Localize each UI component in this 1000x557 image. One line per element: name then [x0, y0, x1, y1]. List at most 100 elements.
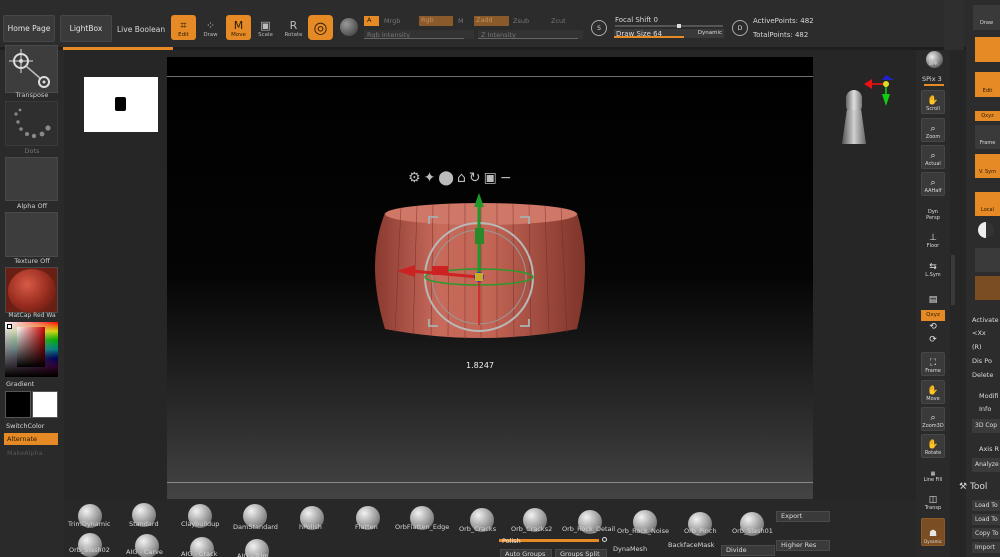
- delete-button[interactable]: Delete: [972, 371, 1000, 379]
- ghost-button[interactable]: [975, 276, 1000, 300]
- location-icon[interactable]: ⬤: [438, 170, 454, 188]
- material-sphere-icon[interactable]: [340, 18, 358, 36]
- brush-name[interactable]: Orb_Rock_Detail: [562, 525, 615, 533]
- gradient-label[interactable]: Gradient: [6, 380, 34, 388]
- dis-po-button[interactable]: Dis Po: [972, 357, 1000, 365]
- reset-icon[interactable]: ↻: [469, 170, 481, 188]
- rotate-button[interactable]: R Rotate: [281, 15, 306, 40]
- floor-button[interactable]: ⊥ Floor: [921, 227, 945, 251]
- info-tab[interactable]: Info: [979, 405, 1000, 413]
- draw-size-slider[interactable]: Draw Size 64 Dynamic: [614, 29, 724, 38]
- lock-icon[interactable]: ▣: [484, 170, 497, 188]
- z-intensity-slider[interactable]: Z Intensity: [478, 30, 583, 39]
- color-picker-saturation[interactable]: [17, 327, 45, 367]
- modifiers-tab[interactable]: Modifi: [979, 392, 1000, 400]
- transpose-thumb[interactable]: [5, 45, 58, 93]
- axis-tab[interactable]: Axis R: [979, 445, 1000, 453]
- zcut-toggle[interactable]: Zcut: [551, 17, 566, 25]
- import-button[interactable]: Import: [972, 542, 1000, 553]
- vsym-button[interactable]: V. Sym: [975, 154, 1000, 178]
- brush-name[interactable]: OrbFlatten_Edge: [395, 523, 449, 531]
- zadd-toggle[interactable]: Zadd: [474, 16, 509, 26]
- brush-name[interactable]: hPolish: [299, 523, 322, 531]
- zoom-button[interactable]: ⌕ Zoom: [921, 118, 945, 142]
- rgb-toggle[interactable]: Rgb: [419, 16, 453, 26]
- stroke-thumb[interactable]: [5, 101, 58, 146]
- color-swap-icon[interactable]: [7, 324, 12, 329]
- dynamic-brush-icon[interactable]: D: [732, 20, 748, 36]
- brush-name[interactable]: AIG - Crack: [181, 550, 217, 557]
- spix-label[interactable]: SPix 3: [922, 75, 942, 83]
- auto-groups-button[interactable]: Auto Groups: [500, 549, 552, 557]
- xyz-button-right[interactable]: Qxyz: [975, 111, 1000, 121]
- alternate-button[interactable]: Alternate: [4, 433, 58, 445]
- rotate-view-button[interactable]: ✋ Rotate: [921, 434, 945, 458]
- higher-res-button[interactable]: Higher Res: [776, 540, 830, 551]
- axis-gizmo-icon[interactable]: [864, 74, 898, 110]
- alpha-thumb[interactable]: [5, 157, 58, 201]
- frame-button-right[interactable]: Frame: [975, 125, 1000, 149]
- r-button[interactable]: (R): [972, 343, 1000, 351]
- transp-icon-right[interactable]: [975, 248, 1000, 272]
- aahalf-button[interactable]: ⌕ AAHalf: [921, 172, 945, 196]
- move-button[interactable]: M Move: [226, 15, 251, 40]
- brush-name[interactable]: Orb_Cracks: [459, 525, 496, 533]
- m-toggle[interactable]: M: [458, 17, 464, 25]
- viewport-scene[interactable]: [167, 57, 813, 499]
- lsym-button[interactable]: ⇆ L.Sym: [921, 256, 945, 280]
- lock-button[interactable]: ▤: [921, 283, 945, 307]
- gear-icon[interactable]: ⚙: [408, 170, 421, 188]
- focal-shift-icon[interactable]: S: [591, 20, 607, 36]
- brush-name[interactable]: Orb_Rock_Noise: [617, 527, 669, 535]
- main-color-swatch[interactable]: [5, 391, 31, 418]
- load-tool2-button[interactable]: Load To: [972, 514, 1000, 525]
- focal-shift-slider[interactable]: [615, 24, 723, 28]
- export-button[interactable]: Export: [776, 511, 830, 522]
- edit-mode-button[interactable]: [975, 37, 1000, 62]
- dynamesh-button[interactable]: DynaMesh: [613, 545, 647, 553]
- home-page-button[interactable]: Home Page: [3, 15, 55, 42]
- brush-name[interactable]: Orb_Cracks2: [511, 525, 552, 533]
- gizmo-toggle-button[interactable]: ◎: [308, 15, 333, 40]
- move-view-button[interactable]: ✋ Move: [921, 380, 945, 404]
- qxyz-button[interactable]: Qxyz: [921, 310, 945, 321]
- a-toggle[interactable]: A: [364, 16, 379, 26]
- frame-button[interactable]: ⛶ Frame: [921, 352, 945, 376]
- lightbox-button[interactable]: LightBox: [60, 15, 112, 42]
- xx-button[interactable]: <Xx: [972, 329, 1000, 337]
- draw-button[interactable]: ⁘ Draw: [198, 15, 223, 40]
- brush-name[interactable]: TrimDynamic: [68, 520, 111, 528]
- edit-button[interactable]: ⌗ Edit: [171, 15, 196, 40]
- switch-color-button[interactable]: SwitchColor: [6, 422, 44, 430]
- secondary-color-swatch[interactable]: [32, 391, 58, 418]
- brush-name[interactable]: DamStandard: [233, 523, 278, 531]
- backface-mask-button[interactable]: BackfaceMask: [668, 541, 714, 549]
- draw-mode-button[interactable]: Draw: [973, 5, 1000, 30]
- zsub-toggle[interactable]: Zsub: [513, 17, 529, 25]
- copy-tool-button[interactable]: Copy To: [972, 528, 1000, 539]
- brush-name[interactable]: Orb_Pinch: [684, 527, 717, 535]
- divide-button[interactable]: Divide: [721, 545, 775, 556]
- groups-split-button[interactable]: Groups Split: [555, 549, 607, 557]
- analyze-button[interactable]: Analyze: [972, 458, 1000, 472]
- scale-button[interactable]: ▣ Scale: [253, 15, 278, 40]
- dynamesh-radio-icon[interactable]: [602, 537, 607, 542]
- actual-button[interactable]: ⌕ Actual: [921, 145, 945, 169]
- live-boolean-button[interactable]: Live Boolean: [117, 25, 165, 34]
- scroll-button[interactable]: ✋ Scroll: [921, 90, 945, 114]
- mrgb-toggle[interactable]: Mrgb: [384, 17, 400, 25]
- brush-name[interactable]: AIG - Carve: [126, 548, 163, 556]
- material-thumb[interactable]: [5, 267, 58, 313]
- right-scrollbar[interactable]: [951, 255, 955, 305]
- local-button[interactable]: Local: [975, 192, 1000, 216]
- activate-button[interactable]: Activate: [972, 316, 1000, 324]
- polyf-button[interactable]: ▦ Line Fill: [921, 461, 945, 485]
- solo-icon[interactable]: [978, 222, 994, 238]
- minus-icon[interactable]: −: [500, 170, 512, 188]
- zoom3d-button[interactable]: ⌕ Zoom3D: [921, 407, 945, 431]
- edit-button-right[interactable]: Edit: [975, 72, 1000, 97]
- pin-icon[interactable]: ✦: [424, 170, 436, 188]
- home-icon[interactable]: ⌂: [457, 170, 466, 188]
- brush-name[interactable]: Orb_Slash01: [732, 527, 773, 535]
- load-tool-button[interactable]: Load To: [972, 500, 1000, 511]
